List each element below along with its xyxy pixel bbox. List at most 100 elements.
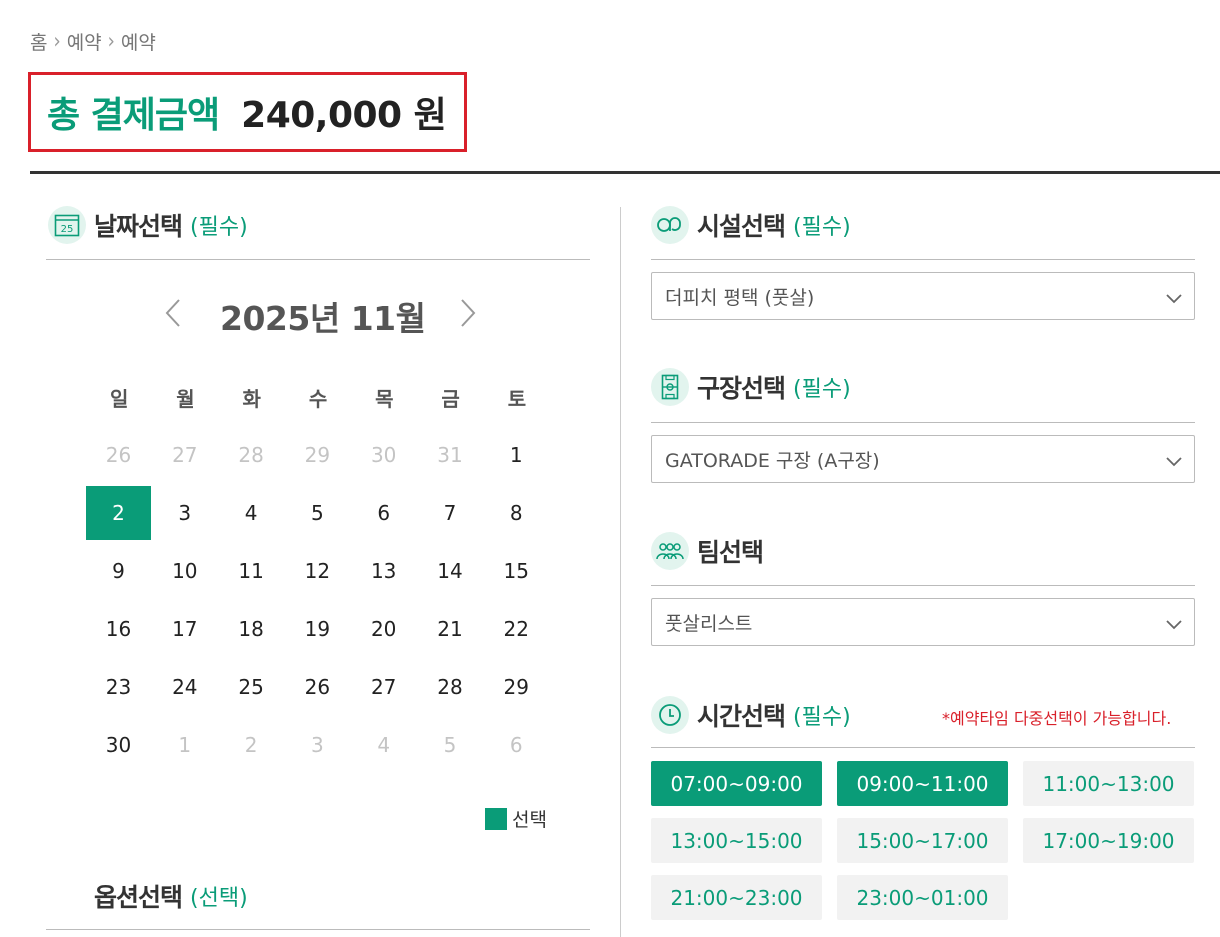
calendar-day[interactable]: 6 — [484, 718, 549, 772]
facility-section-header: 시설선택 (필수) — [651, 206, 851, 244]
time-slot[interactable]: 13:00~15:00 — [651, 818, 822, 863]
calendar-day[interactable]: 1 — [484, 428, 549, 482]
time-slot[interactable]: 11:00~13:00 — [1023, 761, 1194, 806]
calendar-day[interactable]: 8 — [484, 486, 549, 540]
time-slot[interactable]: 15:00~17:00 — [837, 818, 1008, 863]
calendar-day[interactable]: 5 — [417, 718, 482, 772]
calendar-day[interactable]: 28 — [219, 428, 284, 482]
calendar-day[interactable]: 4 — [219, 486, 284, 540]
calendar-day[interactable]: 26 — [285, 660, 350, 714]
calendar-day[interactable]: 12 — [285, 544, 350, 598]
calendar-day[interactable]: 3 — [152, 486, 217, 540]
chevron-down-icon — [1166, 613, 1182, 635]
soccer-field-icon — [651, 368, 689, 406]
legend-label: 선택 — [512, 809, 547, 831]
team-section-title: 팀선택 — [697, 538, 764, 567]
weekday-header: 일 — [109, 386, 129, 411]
calendar-day[interactable]: 9 — [86, 544, 151, 598]
calendar-day[interactable]: 17 — [152, 602, 217, 656]
total-amount-label: 총 결제금액 — [47, 95, 220, 136]
calendar-day[interactable]: 18 — [219, 602, 284, 656]
field-select-value: GATORADE 구장 (A구장) — [665, 449, 880, 472]
calendar-day[interactable]: 30 — [86, 718, 151, 772]
chevron-right-icon: › — [107, 28, 115, 55]
option-section-header: 옵션선택 (선택) — [94, 878, 248, 914]
breadcrumb-current: 예약 — [120, 32, 156, 54]
date-section-header: 25 날짜선택 (필수) — [48, 206, 248, 244]
calendar-day[interactable]: 19 — [285, 602, 350, 656]
calendar-day[interactable]: 20 — [351, 602, 416, 656]
calendar-day[interactable]: 16 — [86, 602, 151, 656]
facility-section-required: (필수) — [793, 215, 851, 240]
calendar-day[interactable]: 28 — [417, 660, 482, 714]
field-select[interactable]: GATORADE 구장 (A구장) — [651, 435, 1195, 483]
field-section-title: 구장선택 — [697, 374, 786, 403]
team-icon — [651, 532, 689, 570]
date-section-title: 날짜선택 — [94, 212, 183, 241]
weekday-header: 목 — [375, 386, 394, 411]
calendar-day[interactable]: 24 — [152, 660, 217, 714]
facility-section-rule — [651, 259, 1195, 260]
time-slot[interactable]: 23:00~01:00 — [837, 875, 1008, 920]
calendar-day[interactable]: 14 — [417, 544, 482, 598]
time-section-title: 시간선택 — [697, 702, 786, 731]
calendar-nav: 2025년 11월 — [160, 292, 481, 338]
calendar-day[interactable]: 21 — [417, 602, 482, 656]
breadcrumb-reservation[interactable]: 예약 — [67, 28, 102, 55]
calendar-day[interactable]: 5 — [285, 486, 350, 540]
facility-section-title: 시설선택 — [697, 212, 786, 241]
team-select[interactable]: 풋살리스트 — [651, 598, 1195, 646]
time-slot-selected[interactable]: 09:00~11:00 — [837, 761, 1008, 806]
calendar-day[interactable]: 30 — [351, 428, 416, 482]
calendar-day[interactable]: 1 — [152, 718, 217, 772]
prev-month-button[interactable] — [160, 298, 186, 328]
date-section-required: (필수) — [190, 215, 248, 240]
calendar-day[interactable]: 29 — [285, 428, 350, 482]
time-slot-selected[interactable]: 07:00~09:00 — [651, 761, 822, 806]
chevron-down-icon — [1166, 450, 1182, 472]
clock-icon — [651, 696, 689, 734]
weekday-header: 토 — [507, 386, 527, 411]
calendar-day[interactable]: 10 — [152, 544, 217, 598]
weekday-header: 화 — [242, 386, 261, 411]
legend-swatch — [485, 807, 507, 830]
calendar-day[interactable]: 3 — [285, 718, 350, 772]
calendar-day[interactable]: 7 — [417, 486, 482, 540]
calendar-day[interactable]: 23 — [86, 660, 151, 714]
weekday-header: 수 — [308, 386, 328, 411]
calendar-day[interactable]: 11 — [219, 544, 284, 598]
time-slot[interactable]: 17:00~19:00 — [1023, 818, 1194, 863]
multi-select-note: *예약타임 다중선택이 가능합니다. — [942, 709, 1172, 728]
date-section-rule — [46, 259, 590, 260]
calendar-day-selected[interactable]: 2 — [86, 486, 151, 540]
breadcrumb: 홈 › 예약 › 예약 — [30, 28, 156, 55]
calendar-day[interactable]: 2 — [219, 718, 284, 772]
column-divider — [620, 207, 621, 937]
calendar-day[interactable]: 25 — [219, 660, 284, 714]
calendar-day[interactable]: 13 — [351, 544, 416, 598]
facility-select[interactable]: 더피치 평택 (풋살) — [651, 272, 1195, 320]
calendar-day[interactable]: 31 — [417, 428, 482, 482]
calendar-day[interactable]: 4 — [351, 718, 416, 772]
time-section-required: (필수) — [793, 705, 851, 730]
calendar-day[interactable]: 26 — [86, 428, 151, 482]
field-section-rule — [651, 422, 1195, 423]
calendar-day[interactable]: 27 — [351, 660, 416, 714]
time-slot[interactable]: 21:00~23:00 — [651, 875, 822, 920]
total-amount-value: 240,000 원 — [241, 95, 447, 136]
option-section-title: 옵션선택 — [94, 883, 183, 912]
field-section-header: 구장선택 (필수) — [651, 368, 851, 406]
calendar-day[interactable]: 15 — [484, 544, 549, 598]
facility-icon — [651, 206, 689, 244]
next-month-button[interactable] — [455, 298, 481, 328]
calendar-day[interactable]: 27 — [152, 428, 217, 482]
breadcrumb-home[interactable]: 홈 — [30, 28, 47, 55]
team-select-value: 풋살리스트 — [665, 612, 753, 635]
option-section-optional: (선택) — [190, 886, 248, 911]
calendar-day[interactable]: 29 — [484, 660, 549, 714]
calendar-grid: 일 월 화 수 목 금 토 26 27 28 29 30 31 1 2 3 4 5 6 7 8 9 10 11 12 13 14 15… — [86, 370, 550, 776]
calendar-icon-day: 25 — [61, 224, 74, 235]
calendar-day[interactable]: 6 — [351, 486, 416, 540]
weekday-header: 금 — [441, 386, 460, 411]
calendar-day[interactable]: 22 — [484, 602, 549, 656]
